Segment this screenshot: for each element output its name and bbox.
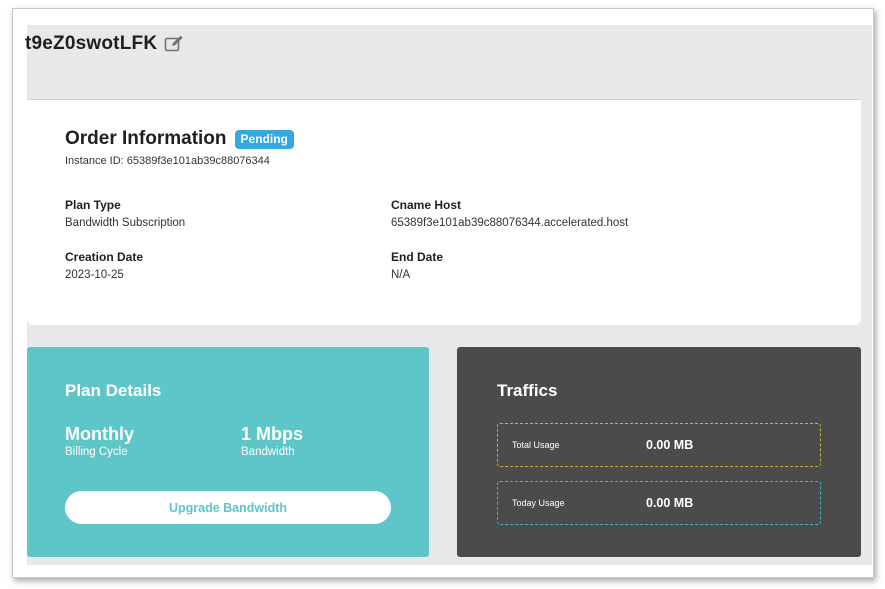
order-title: Order Information xyxy=(65,128,227,149)
order-information-card: Order Information Pending Instance ID: 6… xyxy=(27,99,861,325)
total-usage-value: 0.00 MB xyxy=(646,438,694,452)
page-frame: t9eZ0swotLFK Order Information Pending I… xyxy=(12,8,874,578)
page-title: t9eZ0swotLFK xyxy=(25,33,158,54)
title-row: t9eZ0swotLFK xyxy=(25,29,185,59)
billing-cycle-label: Billing Cycle xyxy=(65,446,128,458)
billing-cycle-value: Monthly xyxy=(65,424,134,444)
today-usage-box: Today Usage 0.00 MB xyxy=(497,481,821,525)
end-date-label: End Date xyxy=(391,250,444,264)
end-date-field: End Date N/A xyxy=(391,250,443,281)
order-header: Order Information Pending xyxy=(65,128,294,150)
traffics-title: Traffics xyxy=(497,381,558,400)
plan-type-field: Plan Type Bandwidth Subscription xyxy=(65,198,185,229)
plan-type-value: Bandwidth Subscription xyxy=(65,217,186,229)
bandwidth-stat: 1 Mbps Bandwidth xyxy=(241,424,303,458)
status-badge: Pending xyxy=(234,129,294,149)
total-usage-label: Total Usage xyxy=(512,440,560,450)
today-usage-value: 0.00 MB xyxy=(646,496,694,510)
upgrade-bandwidth-button[interactable]: Upgrade Bandwidth xyxy=(65,491,391,524)
plan-type-label: Plan Type xyxy=(65,198,121,212)
traffics-card: Traffics Total Usage 0.00 MB Today Usage… xyxy=(457,347,861,557)
end-date-value: N/A xyxy=(391,269,411,281)
edit-icon[interactable] xyxy=(163,33,185,55)
cname-host-field: Cname Host 65389f3e101ab39c88076344.acce… xyxy=(391,198,628,229)
creation-date-label: Creation Date xyxy=(65,250,144,264)
cname-host-value: 65389f3e101ab39c88076344.accelerated.hos… xyxy=(391,217,629,229)
total-usage-box: Total Usage 0.00 MB xyxy=(497,423,821,467)
plan-details-title: Plan Details xyxy=(65,381,162,400)
billing-cycle-stat: Monthly Billing Cycle xyxy=(65,424,134,458)
plan-details-card: Plan Details Monthly Billing Cycle 1 Mbp… xyxy=(27,347,429,557)
today-usage-label: Today Usage xyxy=(512,498,565,508)
bandwidth-label: Bandwidth xyxy=(241,446,295,458)
instance-id: Instance ID: 65389f3e101ab39c88076344 xyxy=(65,155,270,167)
creation-date-field: Creation Date 2023-10-25 xyxy=(65,250,143,281)
cname-host-label: Cname Host xyxy=(391,198,462,212)
creation-date-value: 2023-10-25 xyxy=(65,269,124,281)
bandwidth-value: 1 Mbps xyxy=(241,424,304,444)
